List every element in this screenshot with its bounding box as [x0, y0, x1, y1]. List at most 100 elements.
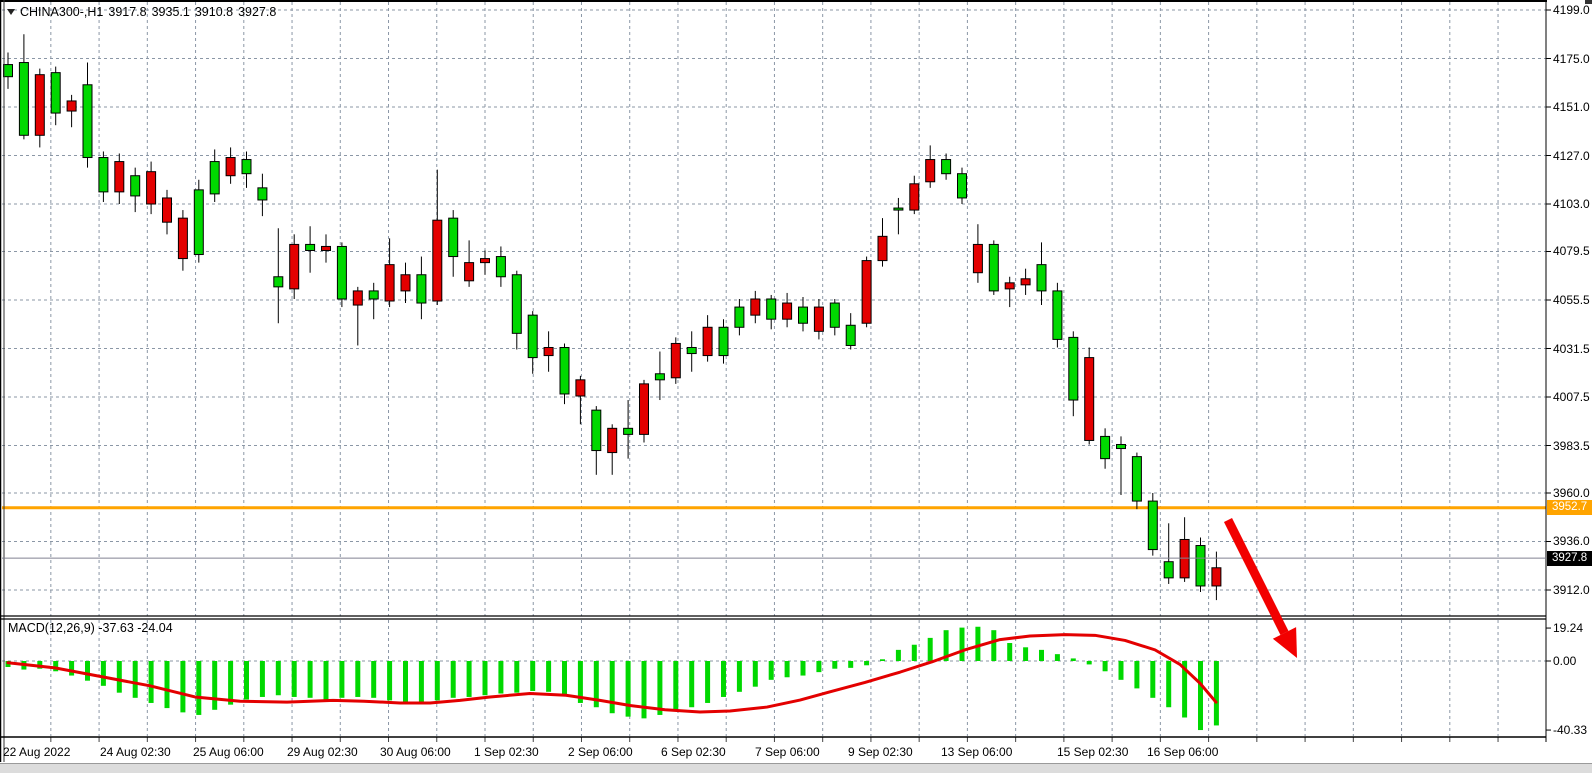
- candle[interactable]: [290, 234, 299, 299]
- bar-high: 3935.1: [152, 5, 190, 19]
- candle[interactable]: [1101, 428, 1110, 468]
- candle[interactable]: [353, 287, 362, 346]
- candle[interactable]: [51, 67, 60, 126]
- candle[interactable]: [322, 234, 331, 262]
- candle[interactable]: [799, 297, 808, 331]
- candle[interactable]: [926, 145, 935, 187]
- candle[interactable]: [417, 257, 426, 320]
- price-axis-label: 4007.5: [1553, 390, 1590, 404]
- candle[interactable]: [337, 242, 346, 307]
- candle[interactable]: [1164, 523, 1173, 584]
- candle-body-bull: [449, 218, 458, 256]
- collapse-triangle-icon[interactable]: [7, 9, 15, 15]
- candle[interactable]: [465, 240, 474, 286]
- candle[interactable]: [210, 149, 219, 202]
- candle[interactable]: [1053, 283, 1062, 348]
- candle[interactable]: [1148, 493, 1157, 556]
- candle[interactable]: [560, 343, 569, 404]
- indicator-name: MACD(12,26,9): [8, 621, 95, 635]
- candle-body-bear: [926, 160, 935, 182]
- candle[interactable]: [878, 218, 887, 267]
- candle[interactable]: [1212, 552, 1221, 601]
- candle[interactable]: [1021, 269, 1030, 295]
- candle[interactable]: [862, 257, 871, 328]
- time-axis-label: 22 Aug 2022: [3, 745, 70, 759]
- macd-histogram-bar: [801, 661, 806, 676]
- candle[interactable]: [703, 315, 712, 361]
- candle[interactable]: [147, 162, 156, 215]
- candle[interactable]: [1180, 517, 1189, 582]
- macd-histogram-bar: [562, 661, 567, 696]
- candle[interactable]: [163, 190, 172, 234]
- candle[interactable]: [576, 376, 585, 425]
- candle[interactable]: [83, 63, 92, 168]
- candle[interactable]: [1085, 347, 1094, 444]
- candle[interactable]: [608, 424, 617, 475]
- chart-canvas[interactable]: [0, 0, 1592, 772]
- candle[interactable]: [1132, 453, 1141, 510]
- candle[interactable]: [830, 299, 839, 335]
- candle[interactable]: [274, 228, 283, 323]
- candle[interactable]: [783, 293, 792, 327]
- candle[interactable]: [624, 400, 633, 459]
- candle[interactable]: [35, 69, 44, 148]
- candle[interactable]: [655, 352, 664, 401]
- candle[interactable]: [449, 210, 458, 277]
- macd-histogram-bar: [737, 661, 742, 692]
- candle[interactable]: [544, 331, 553, 371]
- time-axis-label: 30 Aug 06:00: [380, 745, 451, 759]
- candle[interactable]: [131, 168, 140, 212]
- candle[interactable]: [767, 295, 776, 329]
- macd-histogram-bar: [864, 661, 869, 665]
- candle[interactable]: [194, 180, 203, 263]
- candle[interactable]: [640, 380, 649, 443]
- candle-body-bull: [131, 176, 140, 196]
- candle[interactable]: [751, 291, 760, 323]
- candle[interactable]: [99, 151, 108, 202]
- candle[interactable]: [814, 299, 823, 339]
- candle[interactable]: [481, 250, 490, 274]
- candle[interactable]: [1037, 242, 1046, 305]
- candle[interactable]: [385, 238, 394, 307]
- candle[interactable]: [1117, 436, 1126, 495]
- candle[interactable]: [1005, 277, 1014, 307]
- candle[interactable]: [178, 210, 187, 271]
- candle[interactable]: [4, 52, 13, 88]
- candle[interactable]: [115, 153, 124, 204]
- candle-body-bear: [862, 261, 871, 324]
- macd-histogram-bar: [848, 661, 853, 668]
- candle[interactable]: [226, 147, 235, 183]
- candle[interactable]: [258, 174, 267, 216]
- candle[interactable]: [671, 337, 680, 383]
- candle[interactable]: [942, 153, 951, 179]
- candle[interactable]: [894, 198, 903, 234]
- price-axis-label: 3936.0: [1553, 534, 1590, 548]
- candle-body-bear: [147, 172, 156, 204]
- macd-histogram-bar: [960, 628, 965, 661]
- candle[interactable]: [67, 95, 76, 127]
- candle[interactable]: [512, 271, 521, 350]
- candle[interactable]: [433, 170, 442, 305]
- candle[interactable]: [592, 406, 601, 475]
- candle[interactable]: [958, 168, 967, 204]
- candle-body-bear: [671, 343, 680, 377]
- candle[interactable]: [910, 176, 919, 214]
- candle[interactable]: [846, 313, 855, 349]
- candle[interactable]: [989, 240, 998, 295]
- symbol-ohlc-label: CHINA300-,H13917.83935.13910.83927.8: [7, 5, 276, 19]
- candle[interactable]: [973, 224, 982, 283]
- candle[interactable]: [1069, 331, 1078, 416]
- candle[interactable]: [735, 299, 744, 335]
- candle[interactable]: [1196, 537, 1205, 592]
- candle[interactable]: [306, 226, 315, 272]
- candle[interactable]: [401, 263, 410, 303]
- candle[interactable]: [369, 283, 378, 319]
- candle[interactable]: [496, 246, 505, 286]
- macd-histogram-bar: [816, 661, 821, 672]
- candle[interactable]: [19, 34, 28, 139]
- macd-histogram-bar: [832, 661, 837, 669]
- candle-body-bear: [1005, 283, 1014, 289]
- candle[interactable]: [528, 311, 537, 374]
- time-axis-label: 29 Aug 02:30: [287, 745, 358, 759]
- candle[interactable]: [687, 331, 696, 371]
